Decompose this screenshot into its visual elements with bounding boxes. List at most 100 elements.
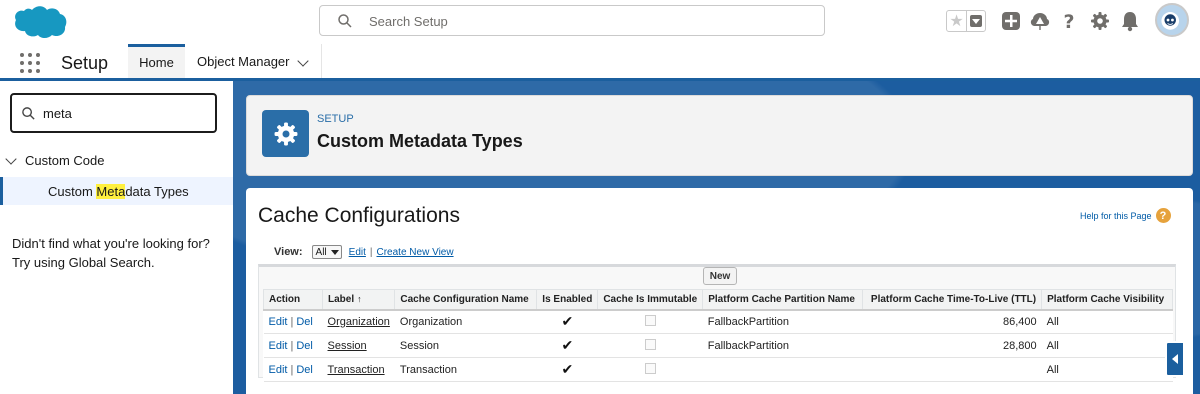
help-icon[interactable]: ? — [1061, 11, 1077, 31]
checkmark-icon: ✔ — [561, 313, 574, 330]
table-row: Edit | Del Session Session ✔ FallbackParti… — [263, 333, 1173, 358]
tab-object-manager-label: Object Manager — [197, 53, 290, 69]
favorites-control[interactable]: ★ — [946, 10, 986, 32]
cell-visibility: All — [1041, 309, 1173, 334]
cell-partition: FallbackPartition — [702, 333, 863, 358]
create-new-view-link[interactable]: Create New View — [377, 247, 454, 258]
cell-is-enabled: ✔ — [536, 333, 598, 358]
help-for-this-page-link[interactable]: Help for this Page ? — [1080, 208, 1171, 223]
cell-ttl — [862, 357, 1042, 382]
edit-link[interactable]: Edit — [269, 316, 288, 328]
table-row: Edit | Del Transaction Transaction ✔ All — [263, 357, 1173, 382]
gear-icon — [274, 122, 297, 145]
no-results-message: Didn't find what you're looking for? Try… — [12, 234, 210, 272]
setup-gear-icon[interactable] — [1090, 11, 1110, 31]
svg-text:?: ? — [1063, 11, 1074, 31]
col-header-immutable[interactable]: Cache Is Immutable — [597, 289, 704, 311]
search-icon — [338, 14, 352, 28]
help-icon[interactable]: ? — [1155, 208, 1171, 223]
app-launcher-icon[interactable] — [20, 53, 40, 73]
cell-visibility: All — [1041, 333, 1173, 358]
global-header: Search Setup ★ ? — [0, 0, 1200, 44]
search-placeholder: Search Setup — [369, 14, 448, 29]
unchecked-checkbox-icon — [644, 314, 656, 326]
col-header-partition[interactable]: Platform Cache Partition Name — [702, 289, 864, 311]
cell-is-enabled: ✔ — [536, 309, 598, 334]
records-table: Action Label ↑ Cache Configuration Name I… — [262, 289, 1173, 382]
cell-label: Organization — [322, 309, 395, 334]
record-label-link[interactable]: Session — [328, 340, 367, 352]
col-header-visibility[interactable]: Platform Cache Visibility — [1041, 289, 1173, 311]
tree-item-custom-metadata-types[interactable]: Custom Metadata Types — [0, 177, 233, 205]
cell-partition — [702, 357, 863, 382]
delete-link[interactable]: Del — [296, 316, 313, 328]
cell-visibility: All — [1041, 357, 1173, 382]
tree-child-label-prefix: Custom — [48, 184, 97, 199]
record-label-link[interactable]: Transaction — [328, 364, 385, 376]
row-actions: Edit | Del — [263, 357, 323, 382]
col-header-is-enabled[interactable]: Is Enabled — [536, 289, 599, 311]
page-header: SETUP Custom Metadata Types — [246, 95, 1193, 176]
help-link-label: Help for this Page — [1080, 210, 1152, 221]
favorites-star-icon[interactable]: ★ — [947, 11, 967, 31]
cell-is-enabled: ✔ — [536, 357, 598, 382]
new-button[interactable]: New — [703, 267, 737, 285]
trailhead-icon[interactable] — [1029, 10, 1051, 32]
col-header-label[interactable]: Label ↑ — [322, 289, 396, 311]
quick-find-input[interactable]: meta — [10, 93, 217, 133]
tab-home[interactable]: Home — [128, 44, 185, 78]
cell-ttl: 28,800 — [862, 333, 1042, 358]
view-select[interactable]: All — [311, 245, 342, 259]
chevron-down-icon[interactable] — [297, 55, 309, 67]
chevron-down-icon — [330, 249, 339, 255]
favorites-dropdown-icon[interactable] — [967, 11, 985, 31]
cell-name: Transaction — [394, 357, 537, 382]
delete-link[interactable]: Del — [296, 364, 313, 376]
cell-immutable — [597, 333, 703, 358]
edit-link[interactable]: Edit — [269, 364, 288, 376]
record-label-link[interactable]: Organization — [328, 316, 390, 328]
chevron-left-icon — [1172, 354, 1178, 364]
sort-ascending-icon[interactable]: ↑ — [357, 294, 362, 304]
col-header-ttl[interactable]: Platform Cache Time-To-Live (TTL) — [862, 289, 1043, 311]
cell-immutable — [597, 309, 703, 334]
tree-child-label-suffix: data Types — [125, 184, 189, 199]
page-title: Custom Metadata Types — [317, 131, 523, 151]
cell-ttl: 86,400 — [862, 309, 1042, 334]
table-header-row: Action Label ↑ Cache Configuration Name I… — [262, 289, 1173, 311]
chevron-down-icon[interactable] — [5, 152, 17, 165]
view-select-value: All — [315, 246, 327, 258]
notifications-bell-icon[interactable] — [1120, 10, 1140, 32]
tab-object-manager[interactable]: Object Manager — [186, 44, 322, 78]
cell-label: Transaction — [322, 357, 395, 382]
global-actions-plus-icon[interactable] — [1001, 11, 1021, 31]
setup-gear-tile — [262, 110, 309, 157]
row-actions: Edit | Del — [263, 309, 323, 334]
row-actions: Edit | Del — [263, 333, 323, 358]
delete-link[interactable]: Del — [296, 340, 313, 352]
app-name: Setup — [61, 53, 109, 73]
salesforce-cloud-logo[interactable] — [6, 4, 70, 40]
search-icon — [22, 107, 35, 120]
edit-link[interactable]: Edit — [269, 340, 288, 352]
edit-view-link[interactable]: Edit — [349, 247, 366, 258]
tree-item-custom-code[interactable]: Custom Code — [5, 152, 105, 168]
separator: | — [290, 315, 294, 328]
view-label: View: — [274, 246, 303, 258]
docked-panel-toggle[interactable] — [1165, 341, 1183, 377]
cell-partition: FallbackPartition — [702, 309, 863, 334]
context-bar: Setup Home Object Manager — [0, 44, 1200, 81]
unchecked-checkbox-icon — [644, 362, 656, 374]
col-header-name[interactable]: Cache Configuration Name — [394, 289, 538, 311]
tree-item-label: Custom Code — [25, 153, 105, 168]
content-card: Cache Configurations Help for this Page … — [246, 188, 1193, 394]
separator: | — [369, 246, 373, 258]
global-search-input[interactable]: Search Setup — [319, 5, 825, 36]
quick-find-value: meta — [43, 106, 72, 121]
checkmark-icon: ✔ — [561, 337, 574, 353]
view-controls: View: All Edit | Create New View — [274, 245, 454, 259]
list-view: New Action Label ↑ Cache Configuration Na… — [258, 264, 1176, 382]
cell-immutable — [597, 357, 703, 382]
breadcrumb: SETUP — [317, 113, 354, 125]
user-avatar[interactable] — [1155, 3, 1189, 37]
